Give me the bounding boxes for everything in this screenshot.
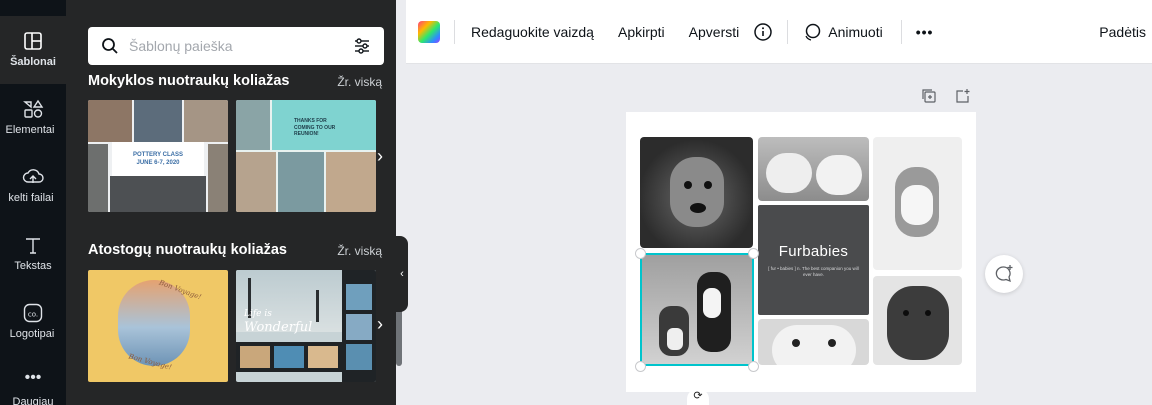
crop-button[interactable]: Apkirpti <box>618 24 665 40</box>
flip-button[interactable]: Apversti <box>689 24 740 40</box>
resize-handle[interactable] <box>635 361 646 372</box>
rail-label: Elementai <box>5 124 55 136</box>
thumb-text: Wonderful <box>244 320 313 335</box>
see-all-link[interactable]: Žr. viską <box>337 75 382 89</box>
search-input[interactable]: Šablonų paieška <box>129 38 352 54</box>
add-comment-button[interactable] <box>985 255 1023 293</box>
divider <box>454 19 455 44</box>
section-title: Mokyklos nuotraukų koliažas <box>88 73 290 89</box>
editor-toolbar: Redaguokite vaizdą Apkirpti Apversti Ani… <box>406 0 1152 64</box>
dog-photo[interactable] <box>873 276 962 365</box>
upload-icon <box>22 169 44 183</box>
rail-item-more[interactable]: ••• Daugiau <box>0 356 66 405</box>
thumb-text: REUNION! <box>294 131 319 137</box>
dog-photo[interactable] <box>873 137 962 270</box>
section-title: Atostogų nuotraukų koliažas <box>88 242 287 258</box>
see-all-link[interactable]: Žr. viską <box>337 244 382 258</box>
rail-item-elements[interactable]: Elementai <box>0 84 66 152</box>
animate-button[interactable]: Animuoti <box>828 24 882 40</box>
dog-photo[interactable] <box>640 137 753 248</box>
template-thumb[interactable]: POTTERY CLASS JUNE 6-7, 2020 <box>88 100 228 212</box>
rail-label: Tekstas <box>14 260 52 272</box>
thumb-text: JUNE 6-7, 2020 <box>136 160 180 166</box>
design-title[interactable]: Furbabies <box>758 243 869 260</box>
elements-icon <box>23 99 44 118</box>
template-thumb[interactable]: Bon Voyage! Bon Voyage! <box>88 270 228 382</box>
templates-icon <box>24 32 42 50</box>
collapse-panel-button[interactable]: ‹ <box>396 236 408 312</box>
side-rail: Šablonai Elementai kelti failai Tekstas … <box>0 0 66 405</box>
selection-frame <box>640 253 754 366</box>
color-swatch[interactable] <box>418 20 440 43</box>
resize-handle[interactable] <box>635 248 646 259</box>
templates-panel: Šablonų paieška Mokyklos nuotraukų kolia… <box>66 0 402 405</box>
title-card[interactable]: Furbabies [ fur • babies ] n. The best c… <box>758 205 869 315</box>
rail-item-text[interactable]: Tekstas <box>0 220 66 288</box>
chevron-right-icon[interactable]: › <box>372 142 388 170</box>
template-thumb[interactable]: THANKS FOR COMING TO OUR REUNION! <box>236 100 376 212</box>
rail-label: Logotipai <box>9 328 55 340</box>
template-thumb[interactable]: Life is Wonderful <box>236 270 376 382</box>
rail-item-uploads[interactable]: kelti failai <box>0 152 66 220</box>
more-options-button[interactable]: ••• <box>916 24 934 40</box>
design-subtitle[interactable]: [ fur • babies ] n. The best companion y… <box>768 266 859 278</box>
template-search[interactable]: Šablonų paieška <box>88 27 384 65</box>
chevron-left-icon: ‹ <box>400 268 404 280</box>
search-icon <box>102 38 118 54</box>
divider <box>787 19 789 44</box>
info-icon[interactable] <box>753 22 773 42</box>
rotate-icon[interactable]: ⟳ <box>687 389 709 405</box>
rail-item-templates[interactable]: Šablonai <box>0 16 66 84</box>
rail-label: Šablonai <box>10 56 56 68</box>
divider <box>900 19 902 44</box>
filter-icon[interactable] <box>352 36 372 56</box>
rail-label: kelti failai <box>8 192 54 204</box>
logo-icon: co. <box>23 303 43 323</box>
add-page-icon[interactable] <box>955 88 971 104</box>
comment-icon <box>995 265 1013 283</box>
position-button[interactable]: Padėtis <box>1099 24 1146 40</box>
rail-label: Daugiau <box>12 396 54 405</box>
text-icon <box>26 238 40 254</box>
edit-image-button[interactable]: Redaguokite vaizdą <box>471 24 594 40</box>
more-icon: ••• <box>24 369 42 386</box>
resize-handle[interactable] <box>748 248 759 259</box>
animate-icon <box>805 23 821 41</box>
thumb-text: POTTERY CLASS <box>132 152 183 158</box>
dog-photo[interactable] <box>758 137 869 201</box>
duplicate-page-icon[interactable] <box>921 88 937 104</box>
svg-text:co.: co. <box>28 311 38 319</box>
chevron-right-icon[interactable]: › <box>372 310 388 338</box>
dog-photo[interactable] <box>758 319 869 365</box>
resize-handle[interactable] <box>748 361 759 372</box>
rail-item-logos[interactable]: co. Logotipai <box>0 288 66 356</box>
